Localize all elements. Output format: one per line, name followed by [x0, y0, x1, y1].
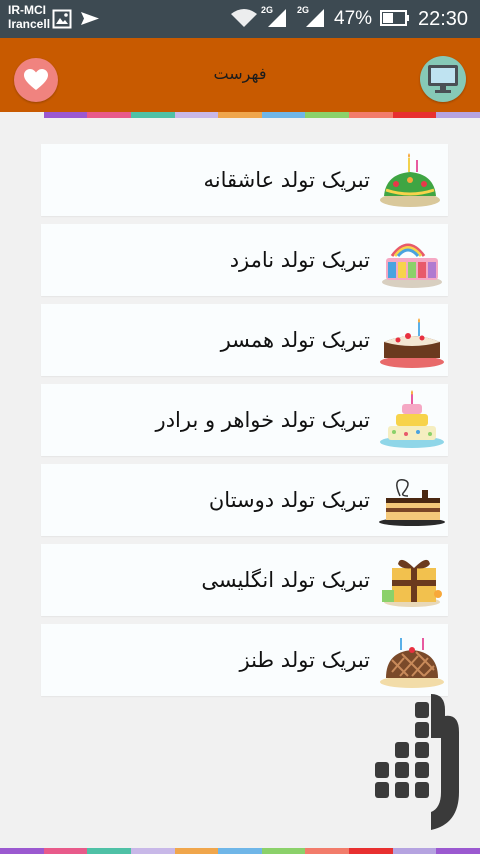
menu-item-label: تبریک تولد دوستان	[208, 488, 370, 512]
cake-icon	[380, 318, 444, 368]
signal-icon	[306, 9, 324, 27]
menu-item-funny[interactable]: تبریک تولد طنز	[41, 624, 448, 696]
carrier-labels: IR-MCI Irancell	[8, 3, 50, 31]
more-apps-button[interactable]	[420, 56, 466, 102]
top-color-stripe	[0, 112, 480, 118]
battery-icon	[380, 10, 409, 26]
menu-list: تبریک تولد عاشقانه تبریک تولد نامزد تبری…	[41, 144, 448, 704]
carrier-2-label: Irancell	[8, 17, 51, 31]
signal-icon	[268, 9, 286, 27]
app-bar: فهرست	[0, 38, 480, 112]
menu-item-label: تبریک تولد انگلیسی	[201, 568, 370, 592]
menu-item-label: تبریک تولد نامزد	[229, 248, 370, 272]
menu-item-english[interactable]: تبریک تولد انگلیسی	[41, 544, 448, 616]
send-icon	[81, 12, 99, 25]
gallery-icon	[52, 9, 72, 29]
menu-item-romantic[interactable]: تبریک تولد عاشقانه	[41, 144, 448, 216]
menu-item-fiance[interactable]: تبریک تولد نامزد	[41, 224, 448, 296]
wifi-icon	[231, 9, 257, 27]
cake-icon	[380, 390, 444, 448]
menu-item-friends[interactable]: تبریک تولد دوستان	[41, 464, 448, 536]
monitor-icon	[428, 65, 458, 93]
cake-icon	[380, 153, 440, 207]
clock: 22:30	[418, 8, 469, 30]
carrier-1-label: IR-MCI	[8, 3, 46, 17]
cake-icon	[382, 243, 442, 288]
page-title: فهرست	[213, 64, 267, 83]
menu-item-siblings[interactable]: تبریک تولد خواهر و برادر	[41, 384, 448, 456]
menu-item-label: تبریک تولد خواهر و برادر	[155, 408, 370, 432]
bottom-color-stripe	[0, 848, 480, 854]
store-logo-icon	[375, 694, 459, 830]
menu-item-label: تبریک تولد همسر	[220, 328, 370, 352]
cake-icon	[380, 638, 444, 688]
menu-item-label: تبریک تولد طنز	[239, 648, 370, 672]
cake-icon	[379, 479, 445, 526]
menu-item-spouse[interactable]: تبریک تولد همسر	[41, 304, 448, 376]
menu-item-label: تبریک تولد عاشقانه	[203, 168, 370, 192]
cake-icon	[382, 559, 442, 607]
battery-percent: 47%	[334, 8, 373, 29]
status-bar: IR-MCI Irancell 2G 2G 47% 22:30	[0, 0, 480, 38]
